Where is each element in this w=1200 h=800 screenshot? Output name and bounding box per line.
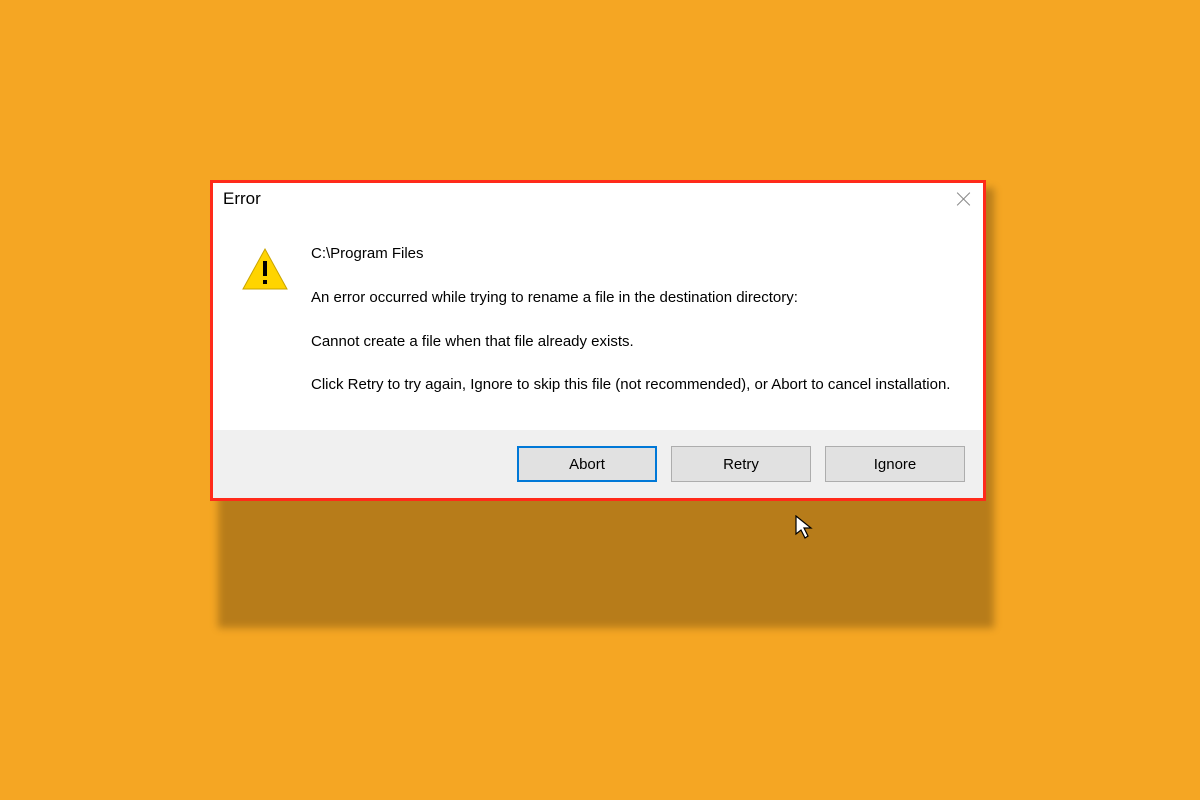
dialog-title: Error bbox=[223, 189, 261, 209]
error-dialog: Error C:\Program Files An error occurred… bbox=[210, 180, 986, 501]
titlebar[interactable]: Error bbox=[213, 183, 983, 215]
abort-button[interactable]: Abort bbox=[517, 446, 657, 482]
error-message-2: Cannot create a file when that file alre… bbox=[311, 331, 955, 353]
icon-column bbox=[241, 243, 289, 396]
error-message-1: An error occurred while trying to rename… bbox=[311, 287, 955, 309]
warning-icon bbox=[241, 247, 289, 291]
error-message-3: Click Retry to try again, Ignore to skip… bbox=[311, 374, 955, 396]
error-path: C:\Program Files bbox=[311, 243, 955, 265]
button-bar: Abort Retry Ignore bbox=[213, 430, 983, 498]
dialog-content: C:\Program Files An error occurred while… bbox=[213, 215, 983, 430]
message-column: C:\Program Files An error occurred while… bbox=[311, 243, 955, 396]
close-icon[interactable] bbox=[955, 190, 973, 208]
retry-button[interactable]: Retry bbox=[671, 446, 811, 482]
ignore-button[interactable]: Ignore bbox=[825, 446, 965, 482]
